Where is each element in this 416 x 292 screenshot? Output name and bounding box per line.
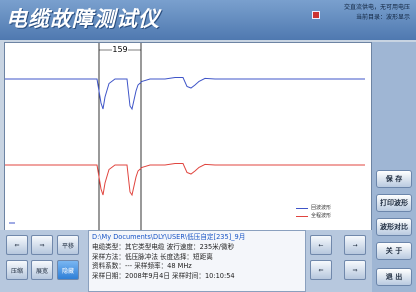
- pan-button[interactable]: 平移: [57, 235, 79, 255]
- shift-right-button[interactable]: ⇒: [31, 235, 53, 255]
- compress-button[interactable]: 压缩: [6, 260, 28, 280]
- nav-left-button[interactable]: ←: [310, 235, 332, 255]
- expand-button[interactable]: 展宽: [31, 260, 53, 280]
- hide-button[interactable]: 隐藏: [57, 260, 79, 280]
- status-line-power: 交直流供电，无可用电压: [343, 4, 410, 11]
- arrow-left-icon: ⇐: [14, 241, 20, 249]
- nav-right-button[interactable]: →: [344, 235, 366, 255]
- info-line-method: 采样方法：低压脉冲法 长度选择：短距离: [92, 252, 213, 261]
- waveform-canvas[interactable]: 159: [5, 43, 371, 231]
- nav-fast-right-button[interactable]: ⇒: [344, 260, 366, 280]
- save-button[interactable]: 保 存: [376, 170, 412, 188]
- waveform-plot[interactable]: 159 回波波形 全程波形: [4, 42, 372, 232]
- info-line-date: 采样日期：2008年9月4日 采样时间：10:10:54: [92, 272, 235, 281]
- legend-full-swatch: [296, 216, 308, 217]
- shift-left-button[interactable]: ⇐: [6, 235, 28, 255]
- title-bar: 电缆故障测试仪 交直流供电，无可用电压 当前目录：波形显示: [0, 0, 416, 40]
- cursor-distance-label: 159: [112, 45, 127, 54]
- legend-full-label: 全程波形: [311, 213, 332, 219]
- compare-waveform-button[interactable]: 波形对比: [376, 218, 412, 236]
- legend-echo-swatch: [296, 208, 308, 209]
- app-title: 电缆故障测试仪: [6, 6, 160, 31]
- nav-fast-left-button[interactable]: ⇐: [310, 260, 332, 280]
- status-line-directory: 当前目录：波形显示: [355, 14, 410, 21]
- plot-background: [5, 43, 371, 231]
- status-panel: 交直流供电，无可用电压 当前目录：波形显示: [298, 3, 410, 35]
- right-panel: 保 存 打印波形 波形对比 关 于 退 出: [372, 42, 416, 292]
- arrow-right-icon: ⇒: [39, 241, 45, 249]
- info-panel: D:\My Documents\DLY\USER\低压自定[235]_9月 电缆…: [88, 230, 306, 292]
- file-path: D:\My Documents\DLY\USER\低压自定[235]_9月: [92, 233, 246, 241]
- info-line-cable: 电缆类型：其它类型电缆 波行速度：235米/微秒: [92, 242, 235, 251]
- info-line-frequency: 资料系数：--- 采样频率：48 MHz: [92, 262, 192, 271]
- exit-button[interactable]: 退 出: [376, 268, 412, 286]
- print-waveform-button[interactable]: 打印波形: [376, 194, 412, 212]
- legend-echo-label: 回波波形: [311, 205, 332, 211]
- about-button[interactable]: 关 于: [376, 242, 412, 260]
